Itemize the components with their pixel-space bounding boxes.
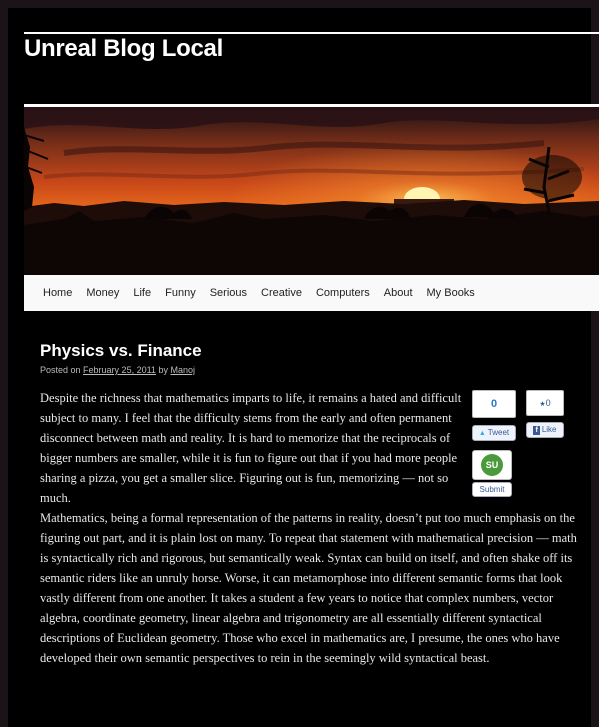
like-count-bubble: ★0 — [526, 390, 564, 416]
like-button[interactable]: f Like — [526, 422, 564, 438]
post-meta: Posted on February 25, 2011 by Manoj — [40, 365, 195, 375]
tweet-label: Tweet — [487, 428, 510, 437]
like-count: 0 — [545, 398, 551, 408]
submit-label: Submit — [479, 484, 505, 494]
nav-item-life[interactable]: Life — [126, 287, 158, 299]
nav-item-my-books[interactable]: My Books — [420, 287, 482, 299]
nav-item-money[interactable]: Money — [79, 287, 126, 299]
stumbleupon-submit-button[interactable]: Submit — [472, 482, 512, 497]
post-date-link[interactable]: February 25, 2011 — [83, 365, 156, 375]
nav-item-computers[interactable]: Computers — [309, 287, 377, 299]
author-link[interactable]: Manoj — [170, 365, 195, 375]
post-title[interactable]: Physics vs. Finance — [40, 341, 202, 361]
header-top-rule — [24, 32, 599, 34]
nav-item-funny[interactable]: Funny — [158, 287, 203, 299]
tweet-count-bubble: 0 — [472, 390, 516, 418]
page: Unreal Blog Local Home Money Life Funny … — [8, 8, 599, 727]
share-widgets: 0 ▲ Tweet ★0 f Like SU Submit — [470, 388, 580, 500]
nav-item-home[interactable]: Home — [36, 287, 79, 299]
main-navigation: Home Money Life Funny Serious Creative C… — [24, 275, 599, 311]
like-label: Like — [541, 425, 557, 434]
tweet-button[interactable]: ▲ Tweet — [472, 425, 516, 441]
nav-item-about[interactable]: About — [377, 287, 420, 299]
by-label: by — [158, 365, 168, 375]
header-banner-image[interactable] — [24, 107, 599, 275]
tweet-count: 0 — [490, 398, 498, 410]
bird-icon: ▲ — [478, 429, 486, 437]
posted-on-label: Posted on — [40, 365, 81, 375]
post-paragraph-2: Mathematics, being a formal representati… — [40, 511, 577, 665]
nav-item-serious[interactable]: Serious — [203, 287, 254, 299]
facebook-icon: f — [533, 425, 540, 435]
stumbleupon-icon: SU — [481, 454, 503, 476]
site-title[interactable]: Unreal Blog Local — [24, 35, 223, 63]
nav-item-creative[interactable]: Creative — [254, 287, 309, 299]
post-content: 0 ▲ Tweet ★0 f Like SU Submit Despite th… — [40, 388, 580, 668]
stumbleupon-badge[interactable]: SU — [472, 450, 512, 480]
